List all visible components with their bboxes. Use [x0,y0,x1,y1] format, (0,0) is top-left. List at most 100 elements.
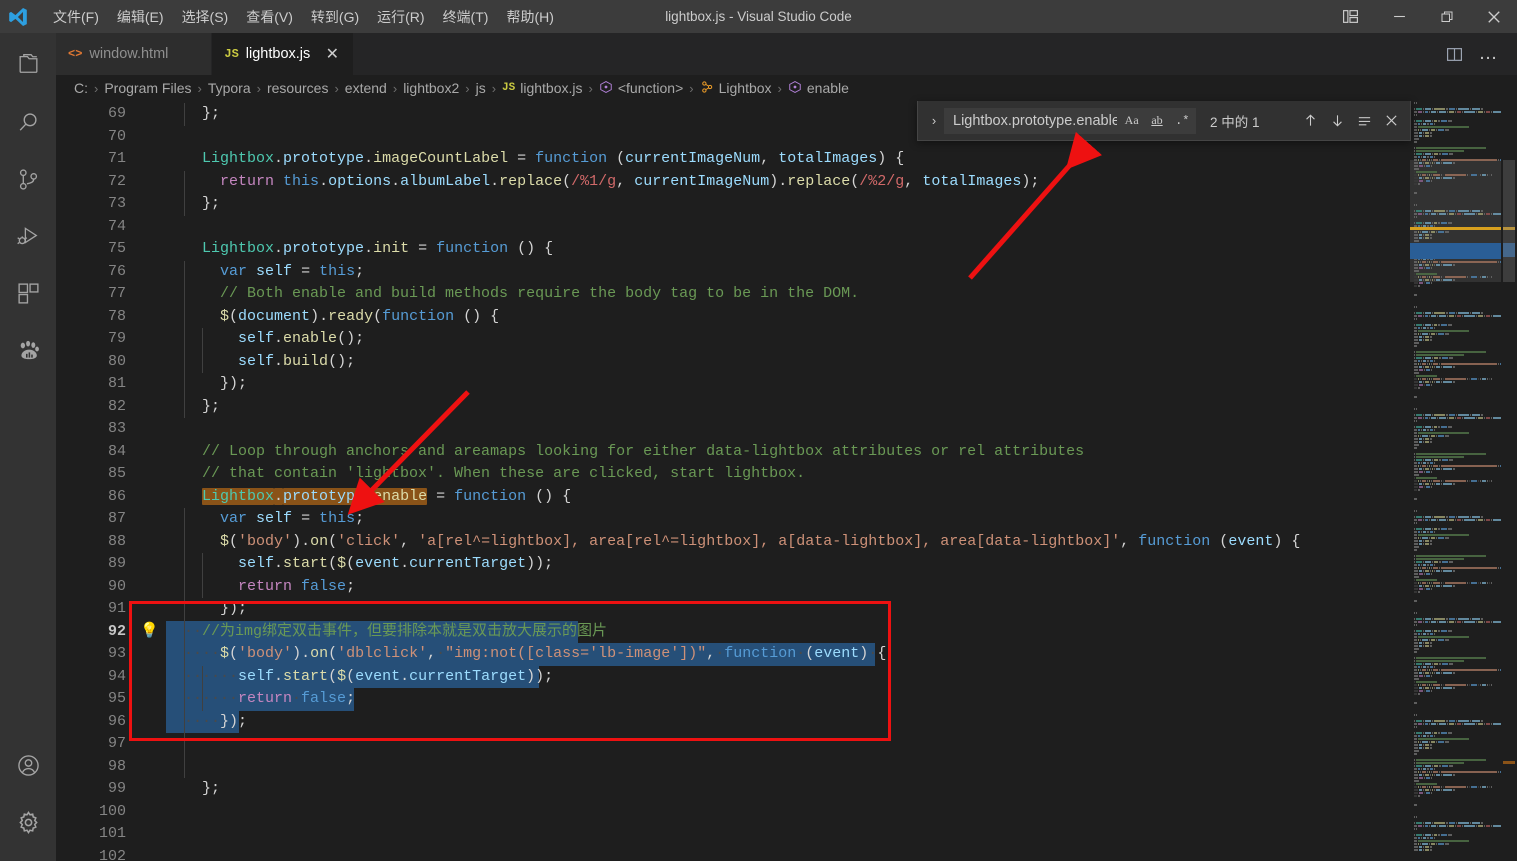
breadcrumb-item-file[interactable]: JS lightbox.js [501,80,583,96]
minimap-token [1484,212,1485,215]
breadcrumb-item-enable[interactable]: enable [787,80,850,97]
breadcrumb-item-resources[interactable]: resources [266,80,329,96]
code-line[interactable] [166,801,1466,824]
tab-window-html[interactable]: <> window.html ✕ [56,33,213,75]
close-find-widget-button[interactable] [1378,108,1404,134]
tab-lightbox-js[interactable]: JS lightbox.js ✕ [212,33,355,75]
minimap-token [1449,416,1454,419]
activity-run-debug[interactable] [0,210,56,267]
activity-account[interactable] [0,739,56,796]
menu-view[interactable]: 查看(V) [237,5,302,29]
activity-settings[interactable] [0,796,56,853]
minimap[interactable] [1410,101,1501,861]
menu-file[interactable]: 文件(F) [44,5,108,29]
restore-icon[interactable] [1423,0,1470,33]
code-line[interactable]: // that contain 'lightbox'. When these a… [166,463,1466,486]
close-icon[interactable] [1470,0,1517,33]
code-line[interactable]: }; [166,193,1466,216]
find-in-selection-button[interactable] [1351,108,1377,134]
customize-layout-icon[interactable] [1324,0,1376,33]
activity-search[interactable] [0,96,56,153]
code-line[interactable] [166,846,1466,861]
breadcrumb-item-program-files[interactable]: Program Files [103,80,192,96]
code-line[interactable]: ····$('body').on('dblclick',·"img:not([c… [166,643,1466,666]
breadcrumb-item-extend[interactable]: extend [344,80,388,96]
menu-run[interactable]: 运行(R) [368,5,433,29]
breadcrumb-item-lightbox-class[interactable]: Lightbox [699,80,773,97]
minimap-token [1493,416,1501,419]
use-regex-toggle[interactable]: .* [1172,111,1193,131]
breadcrumb-item-lightbox2[interactable]: lightbox2 [402,80,460,96]
code-line[interactable]: self.start($(event.currentTarget)); [166,553,1466,576]
find-widget[interactable]: › Aa ab .* 2 中的 1 [917,101,1411,141]
editor-more-actions-button[interactable]: … [1473,39,1503,69]
breadcrumb-item-function[interactable]: <function> [598,80,684,97]
scrollbar-slider[interactable] [1503,160,1515,282]
split-editor-right-button[interactable] [1439,39,1469,69]
minimize-icon[interactable] [1376,0,1423,33]
find-input-wrapper[interactable]: Aa ab .* [944,107,1196,134]
editor-scrollbar[interactable] [1501,101,1517,861]
code-line[interactable]: var self = this; [166,260,1466,283]
code-line[interactable]: ······self.start($(event.currentTarget))… [166,665,1466,688]
code-token: options [328,172,392,190]
code-line[interactable] [166,733,1466,756]
minimap-token [1467,785,1468,788]
activity-source-control[interactable] [0,153,56,210]
code-line[interactable]: Lightbox.prototype.imageCountLabel = fun… [166,148,1466,171]
code-line[interactable]: // Loop through anchors and areamaps loo… [166,441,1466,464]
minimap-token [1432,788,1433,791]
code-line[interactable]: var self = this; [166,508,1466,531]
breadcrumb-item-drive[interactable]: C: [73,80,89,96]
breadcrumb-item-typora[interactable]: Typora [207,80,252,96]
activity-extensions[interactable] [0,267,56,324]
code-line[interactable]: Lightbox.prototype.enable = function () … [166,486,1466,509]
menu-help[interactable]: 帮助(H) [497,5,562,29]
code-line[interactable] [166,216,1466,239]
code-line[interactable]: return false; [166,575,1466,598]
breadcrumb-separator: › [777,80,782,96]
previous-match-button[interactable] [1297,108,1323,134]
menu-selection[interactable]: 选择(S) [173,5,238,29]
code-line[interactable] [166,418,1466,441]
code-line[interactable]: self.build(); [166,350,1466,373]
breadcrumb-item-js[interactable]: js [475,80,487,96]
code-line[interactable]: }); [166,373,1466,396]
code-token: $ [337,667,347,685]
code-line[interactable]: return this.options.albumLabel.replace(/… [166,170,1466,193]
code-line[interactable] [166,755,1466,778]
minimap-token [1478,581,1479,584]
code-line[interactable]: }); [166,598,1466,621]
code-line[interactable]: self.enable(); [166,328,1466,351]
chevron-right-icon[interactable]: › [924,105,944,137]
match-whole-word-toggle[interactable]: ab [1146,111,1167,131]
code-line[interactable]: ··//为img绑定双击事件，但要排除本就是双击放大展示的图片 💡 [140,620,1466,643]
code-line[interactable]: $(document).ready(function () { [166,305,1466,328]
next-match-button[interactable] [1324,108,1350,134]
code-content[interactable]: }; Lightbox.prototype.imageCountLabel = … [140,101,1466,861]
close-icon[interactable]: ✕ [323,44,341,64]
minimap-token [1429,620,1430,623]
lightbulb-quick-fix-icon[interactable]: 💡 [140,621,159,644]
minimap-token [1486,824,1490,827]
code-line[interactable]: ······return·false; [166,688,1466,711]
code-line[interactable] [166,823,1466,846]
activity-baidu-comate[interactable] [0,324,56,381]
match-case-toggle[interactable]: Aa [1121,111,1142,131]
code-line[interactable]: }; [166,395,1466,418]
code-line[interactable]: ····}); [166,710,1466,733]
menu-goto[interactable]: 转到(G) [302,5,368,29]
minimap-token [1414,446,1417,449]
code-token: = [292,262,320,280]
minimap-token [1426,266,1430,269]
code-line[interactable]: }; [166,778,1466,801]
menu-edit[interactable]: 编辑(E) [108,5,173,29]
code-line[interactable]: // Both enable and build methods require… [166,283,1466,306]
activity-explorer[interactable] [0,39,56,96]
code-line[interactable]: $('body').on('click', 'a[rel^=lightbox],… [166,530,1466,553]
minimap-token [1436,740,1437,743]
code-line[interactable]: Lightbox.prototype.init = function () { [166,238,1466,261]
find-input[interactable] [953,112,1117,129]
menu-terminal[interactable]: 终端(T) [434,5,498,29]
code-editor[interactable]: 69 70 71 72 73 74 75 76 77 78 79 80 81 82 83 84 85 86 87 88… [56,101,1517,861]
